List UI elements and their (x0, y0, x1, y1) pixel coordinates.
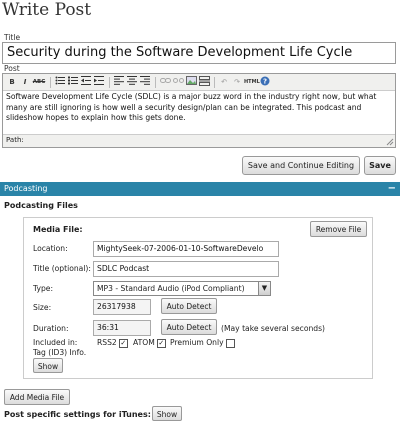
save-continue-button[interactable]: Save and Continue Editing (242, 156, 360, 175)
numbered-list-icon[interactable] (67, 76, 79, 88)
toolbar-separator (50, 76, 51, 88)
page-title: Write Post (2, 0, 92, 20)
path-label: Path: (6, 136, 24, 144)
tag-info-label: Tag (ID3) Info. (33, 348, 87, 357)
bold-icon[interactable]: B (6, 76, 18, 88)
add-media-file-button[interactable]: Add Media File (4, 389, 70, 405)
location-label: Location: (33, 244, 68, 253)
atom-option: ATOM ✓ (133, 338, 166, 348)
podcasting-bar-title: Podcasting (4, 184, 48, 193)
resize-grip-icon[interactable] (386, 138, 394, 146)
undo-icon[interactable]: ↶ (218, 76, 230, 88)
remove-file-button[interactable]: Remove File (310, 221, 367, 237)
image-icon[interactable] (185, 76, 197, 88)
link-icon[interactable] (159, 76, 171, 88)
bullet-list-icon[interactable] (54, 76, 66, 88)
size-input[interactable]: 26317938 (93, 299, 151, 315)
premium-checkbox[interactable] (225, 338, 235, 348)
svg-text:?: ? (263, 78, 267, 86)
itunes-show-button[interactable]: Show (152, 406, 182, 421)
html-icon[interactable]: HTML (244, 76, 260, 88)
title-label: Title (4, 33, 21, 42)
help-icon[interactable]: ? (259, 76, 271, 88)
toolbar-separator (214, 76, 215, 88)
collapse-icon[interactable]: − (388, 182, 396, 196)
italic-icon[interactable]: I (19, 76, 31, 88)
duration-input[interactable]: 36:31 (93, 320, 151, 336)
podcasting-bar[interactable]: Podcasting − (0, 182, 400, 196)
atom-label: ATOM (133, 338, 155, 347)
type-select[interactable]: MP3 - Standard Audio (iPod Compliant) ▼ (93, 281, 271, 296)
post-editor: B I ABC ↶ ↷ HTML ? Software Development … (2, 73, 396, 148)
strikethrough-icon[interactable]: ABC (32, 76, 46, 88)
included-in-label: Included in: (33, 338, 78, 347)
rss2-checkbox[interactable]: ✓ (118, 338, 128, 348)
size-auto-detect-button[interactable]: Auto Detect (161, 298, 217, 314)
podcasting-files-heading: Podcasting Files (4, 201, 78, 210)
location-input[interactable]: MightySeek-07-2006-01-10-SoftwareDevelo (93, 241, 279, 257)
size-label: Size: (33, 303, 52, 312)
title-input[interactable]: Security during the Software Development… (2, 42, 396, 64)
toolbar-separator (155, 76, 156, 88)
path-bar: Path: (3, 134, 395, 147)
duration-note: (May take several seconds) (221, 324, 326, 333)
tag-show-button[interactable]: Show (33, 358, 63, 373)
itunes-settings-label: Post specific settings for iTunes: (4, 410, 151, 419)
type-label: Type: (33, 284, 53, 293)
title-optional-input[interactable]: SDLC Podcast (93, 261, 279, 277)
outdent-icon[interactable] (80, 76, 92, 88)
toolbar-separator (109, 76, 110, 88)
post-content[interactable]: Software Development Life Cycle (SDLC) i… (6, 92, 392, 124)
align-right-icon[interactable] (139, 76, 151, 88)
type-select-value: MP3 - Standard Audio (iPod Compliant) (97, 284, 245, 293)
unlink-icon[interactable] (172, 76, 184, 88)
more-icon[interactable] (198, 76, 210, 88)
premium-label: Premium Only (170, 338, 224, 347)
duration-label: Duration: (33, 324, 69, 333)
indent-icon[interactable] (93, 76, 105, 88)
rss2-label: RSS2 (97, 338, 117, 347)
editor-toolbar: B I ABC ↶ ↷ HTML ? (3, 74, 395, 91)
atom-checkbox[interactable]: ✓ (156, 338, 166, 348)
post-label: Post (4, 64, 20, 73)
premium-option: Premium Only (170, 338, 235, 348)
duration-auto-detect-button[interactable]: Auto Detect (161, 319, 217, 335)
rss2-option: RSS2 ✓ (97, 338, 128, 348)
chevron-down-icon[interactable]: ▼ (258, 282, 270, 295)
redo-icon[interactable]: ↷ (231, 76, 243, 88)
title-optional-label: Title (optional): (33, 264, 91, 273)
align-center-icon[interactable] (126, 76, 138, 88)
align-left-icon[interactable] (113, 76, 125, 88)
media-file-heading: Media File: (33, 225, 83, 234)
save-button[interactable]: Save (364, 156, 396, 175)
